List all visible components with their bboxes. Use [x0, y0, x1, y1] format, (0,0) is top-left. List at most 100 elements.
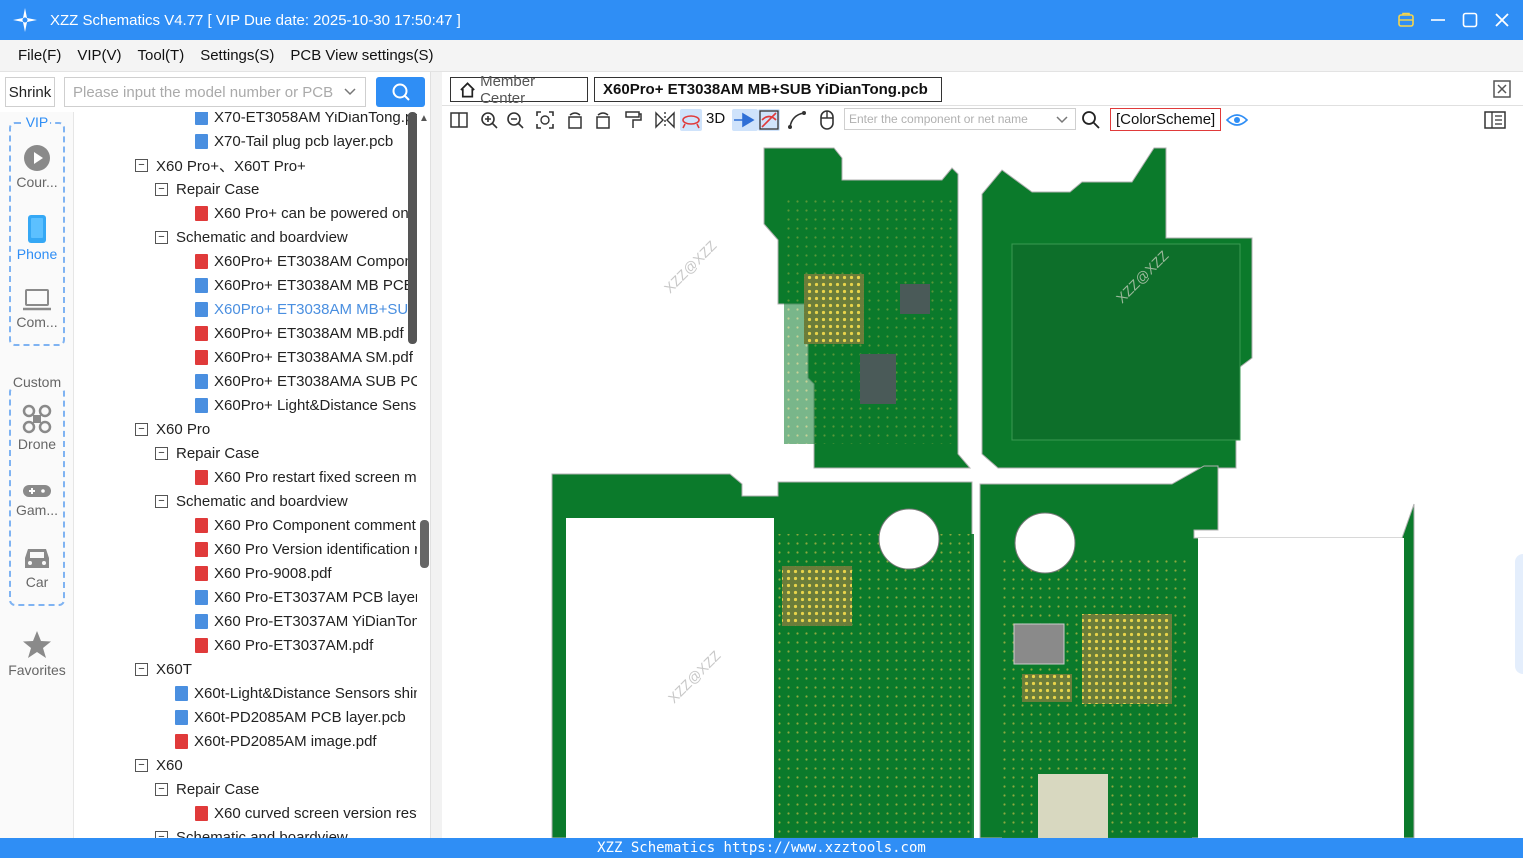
model-search-input[interactable]: [73, 83, 335, 101]
menu-file[interactable]: File(F): [18, 47, 61, 64]
panel-splitter[interactable]: [430, 72, 442, 838]
mouse-mode-icon[interactable]: [816, 109, 838, 131]
paint-roller-icon[interactable]: [622, 109, 644, 131]
chevron-down-icon[interactable]: [1055, 114, 1069, 126]
measure-line-icon[interactable]: [786, 109, 808, 131]
tree-file-node[interactable]: X60 Pro-ET3037AM.pdf: [75, 633, 417, 657]
rail-item-computer[interactable]: Com...: [0, 288, 74, 330]
mirror-icon[interactable]: [654, 109, 676, 131]
rail-item-favorites[interactable]: Favorites: [0, 630, 74, 678]
collapse-toggle-icon[interactable]: −: [155, 782, 168, 796]
search-button[interactable]: [376, 77, 425, 107]
close-all-tabs-icon[interactable]: [1493, 80, 1511, 98]
vip-badge-icon[interactable]: [1397, 11, 1415, 29]
split-view-icon[interactable]: [448, 109, 470, 131]
rotate-left-icon[interactable]: [564, 109, 586, 131]
tree-folder-node[interactable]: − Schematic and boardview: [75, 825, 417, 838]
tree-folder-node[interactable]: − Repair Case: [75, 777, 417, 801]
tree-file-node[interactable]: X60Pro+ ET3038AM MB.pdf: [75, 321, 417, 345]
model-search-box[interactable]: [64, 77, 366, 107]
tree-scrollbar[interactable]: [408, 112, 417, 344]
tree-folder-node[interactable]: − X60: [75, 753, 417, 777]
tree-file-node[interactable]: X60Pro+ Light&Distance Sensor: [75, 393, 417, 417]
menu-vip[interactable]: VIP(V): [77, 47, 121, 64]
color-scheme-button[interactable]: [ColorScheme]: [1110, 108, 1222, 131]
tree-file-node[interactable]: X60 Pro-ET3037AM PCB layer.pcb: [75, 585, 417, 609]
collapse-toggle-icon[interactable]: −: [135, 158, 148, 172]
tree-node-label: X60t-Light&Distance Sensors shim: [194, 684, 417, 702]
tree-file-node[interactable]: X60t-Light&Distance Sensors shim: [75, 681, 417, 705]
tree-folder-node[interactable]: − Repair Case: [75, 177, 417, 201]
rail-item-phone[interactable]: Phone: [0, 214, 74, 262]
tree-node-label: X60t-PD2085AM PCB layer.pcb: [194, 708, 406, 726]
rotate-right-icon[interactable]: [592, 109, 614, 131]
rail-item-car[interactable]: Car: [0, 546, 74, 590]
view-3d-button[interactable]: 3D: [706, 110, 725, 127]
shrink-button[interactable]: Shrink: [5, 77, 55, 107]
net-highlight-icon[interactable]: [758, 109, 780, 131]
tree-node-label: X60Pro+ ET3038AM MB+SUB YiDianTong.pcb: [214, 300, 417, 318]
pcb-canvas[interactable]: XZZ@XZZ XZZ@XZZ XZZ@XZZ: [442, 134, 1523, 838]
tree-folder-node[interactable]: − Repair Case: [75, 441, 417, 465]
tree-folder-node[interactable]: − X60 Pro: [75, 417, 417, 441]
tree-file-node[interactable]: X60Pro+ ET3038AMA SM.pdf: [75, 345, 417, 369]
tree-folder-node[interactable]: − X60 Pro+、X60T Pro+: [75, 153, 417, 177]
tree-file-node[interactable]: X70-ET3058AM YiDianTong.pcb: [75, 112, 417, 129]
minimize-icon[interactable]: [1429, 11, 1447, 29]
tree-file-node[interactable]: X60 Pro Component comment.pdf: [75, 513, 417, 537]
phone-icon: [28, 215, 46, 243]
tree-file-node[interactable]: X60t-PD2085AM PCB layer.pcb: [75, 705, 417, 729]
tree-scroll-up-icon[interactable]: ▲: [419, 113, 429, 124]
eye-icon[interactable]: [1226, 109, 1248, 131]
menu-tool[interactable]: Tool(T): [138, 47, 185, 64]
collapse-toggle-icon[interactable]: −: [155, 494, 168, 508]
rail-item-games[interactable]: Gam...: [0, 482, 74, 518]
flip-board-icon[interactable]: [680, 109, 702, 131]
close-icon[interactable]: [1493, 11, 1511, 29]
tree-folder-node[interactable]: − Schematic and boardview: [75, 489, 417, 513]
side-panel-icon[interactable]: [1484, 109, 1506, 131]
menu-settings[interactable]: Settings(S): [200, 47, 274, 64]
tree-file-node[interactable]: X60Pro+ ET3038AMA SUB PCB: [75, 369, 417, 393]
collapse-toggle-icon[interactable]: −: [155, 830, 168, 838]
tree-file-node[interactable]: X60 curved screen version restart: [75, 801, 417, 825]
pin-mode-icon[interactable]: [732, 109, 758, 131]
menu-pcb-view-settings[interactable]: PCB View settings(S): [290, 47, 433, 64]
tab-member-center[interactable]: Member Center: [450, 73, 588, 107]
tree-file-node[interactable]: X60t-PD2085AM image.pdf: [75, 729, 417, 753]
tab-active-file[interactable]: X60Pro+ ET3038AM MB+SUB YiDianTong.pcb: [594, 77, 942, 102]
tree-file-node[interactable]: X60 Pro restart fixed screen main: [75, 465, 417, 489]
tree-file-node[interactable]: X60Pro+ ET3038AM MB PCB layer: [75, 273, 417, 297]
zoom-in-icon[interactable]: [478, 109, 500, 131]
right-panel-handle[interactable]: [1515, 554, 1523, 674]
collapse-toggle-icon[interactable]: −: [135, 758, 148, 772]
tree-file-node[interactable]: X70-Tail plug pcb layer.pcb: [75, 129, 417, 153]
tree-file-node[interactable]: X60 Pro-ET3037AM YiDianTong: [75, 609, 417, 633]
rail-item-drone[interactable]: Drone: [0, 404, 74, 452]
pcb-board-view[interactable]: XZZ@XZZ XZZ@XZZ XZZ@XZZ: [442, 134, 1523, 838]
pcb-file-icon: [195, 397, 208, 413]
tree-folder-node[interactable]: − Schematic and boardview: [75, 225, 417, 249]
collapse-toggle-icon[interactable]: −: [135, 662, 148, 676]
fit-view-icon[interactable]: [534, 109, 556, 131]
pcb-file-icon: [195, 301, 208, 317]
tree-file-node[interactable]: X60 Pro Version identification r: [75, 537, 417, 561]
collapse-toggle-icon[interactable]: −: [155, 446, 168, 460]
maximize-icon[interactable]: [1461, 11, 1479, 29]
component-search-icon[interactable]: [1080, 109, 1102, 131]
menu-bar: File(F) VIP(V) Tool(T) Settings(S) PCB V…: [0, 40, 1523, 72]
tree-file-node[interactable]: X60 Pro-9008.pdf: [75, 561, 417, 585]
component-search-input[interactable]: [849, 112, 1049, 126]
collapse-toggle-icon[interactable]: −: [155, 230, 168, 244]
tree-scrollbar-secondary[interactable]: [420, 520, 429, 568]
tree-folder-node[interactable]: − X60T: [75, 657, 417, 681]
tree-file-node[interactable]: X60 Pro+ can be powered on but: [75, 201, 417, 225]
tree-file-node[interactable]: X60Pro+ ET3038AM MB+SUB YiDianTong.pcb: [75, 297, 417, 321]
collapse-toggle-icon[interactable]: −: [135, 422, 148, 436]
tree-file-node[interactable]: X60Pro+ ET3038AM Component: [75, 249, 417, 273]
collapse-toggle-icon[interactable]: −: [155, 182, 168, 196]
chevron-down-icon[interactable]: [343, 84, 357, 100]
rail-item-courses[interactable]: Cour...: [0, 144, 74, 190]
zoom-out-icon[interactable]: [504, 109, 526, 131]
component-search-box[interactable]: [844, 108, 1076, 130]
